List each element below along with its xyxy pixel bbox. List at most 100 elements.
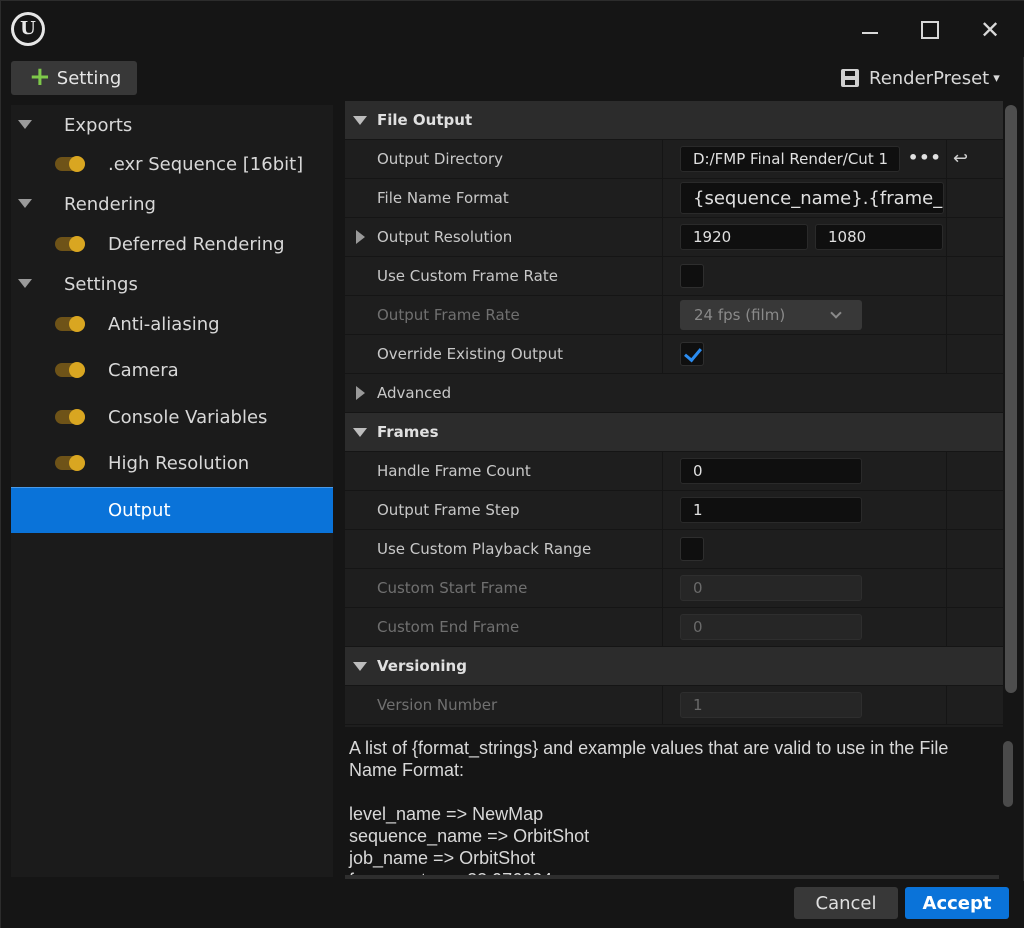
description-line: level_name => NewMap <box>349 804 544 824</box>
description-horizontal-scrollbar[interactable] <box>345 875 999 879</box>
use-custom-playback-range-checkbox[interactable] <box>680 537 704 561</box>
details-scrollbar[interactable] <box>1005 105 1017 693</box>
tree-item-camera[interactable]: Camera <box>11 350 333 390</box>
prop-label: Version Number <box>377 696 498 714</box>
details-panel: File Output Output Directory D:/FMP Fina… <box>345 101 1003 727</box>
plus-icon: + <box>29 62 51 92</box>
caret-down-icon: ▾ <box>993 70 1000 86</box>
version-number-field[interactable]: 1 <box>680 692 862 718</box>
resolution-y-field[interactable]: 1080 <box>815 224 943 250</box>
render-preset-label: RenderPreset <box>869 67 990 89</box>
render-settings-window: U ✕ + Setting RenderPreset ▾ Exports .ex… <box>0 0 1024 928</box>
save-icon <box>841 69 859 87</box>
custom-start-frame-field[interactable]: 0 <box>680 575 862 601</box>
tree-label: Output <box>108 500 171 521</box>
description-line: sequence_name => OrbitShot <box>349 826 590 846</box>
settings-tree: Exports .exr Sequence [16bit] Rendering … <box>11 105 333 877</box>
prop-custom-start-frame: Custom Start Frame 0 <box>345 569 1003 608</box>
expand-arrow-icon[interactable] <box>356 386 365 400</box>
prop-label: Handle Frame Count <box>377 462 531 480</box>
tree-label: Settings <box>64 273 138 295</box>
tree-item-console-variables[interactable]: Console Variables <box>11 397 333 437</box>
tree-label: Exports <box>64 114 133 136</box>
prop-output-frame-step: Output Frame Step 1 <box>345 491 1003 530</box>
custom-end-frame-field[interactable]: 0 <box>680 614 862 640</box>
tree-item-deferred-rendering[interactable]: Deferred Rendering <box>11 224 333 264</box>
description-scrollbar[interactable] <box>1003 741 1013 807</box>
output-directory-field[interactable]: D:/FMP Final Render/Cut 1 <box>680 146 900 172</box>
prop-advanced[interactable]: Advanced <box>345 374 1003 413</box>
prop-label: Custom End Frame <box>377 618 520 636</box>
prop-version-number: Version Number 1 <box>345 686 1003 725</box>
collapse-arrow-icon[interactable] <box>18 120 32 129</box>
section-title: File Output <box>377 111 473 129</box>
maximize-icon[interactable] <box>913 15 947 45</box>
tree-category-rendering[interactable]: Rendering <box>11 184 333 224</box>
prop-label: Output Directory <box>377 150 504 168</box>
tree-category-exports[interactable]: Exports <box>11 105 333 145</box>
add-setting-button[interactable]: + Setting <box>11 61 137 95</box>
prop-label: File Name Format <box>377 189 509 207</box>
section-title: Frames <box>377 423 439 441</box>
tree-item-exr-sequence[interactable]: .exr Sequence [16bit] <box>11 144 333 184</box>
tree-item-output[interactable]: Output <box>11 487 333 533</box>
expand-arrow-icon[interactable] <box>356 230 365 244</box>
prop-file-name-format: File Name Format {sequence_name}.{frame_… <box>345 179 1003 218</box>
unreal-logo-icon: U <box>11 12 45 46</box>
override-existing-output-checkbox[interactable] <box>680 342 704 366</box>
file-name-format-field[interactable]: {sequence_name}.{frame_number} <box>680 182 944 214</box>
section-title: Versioning <box>377 657 467 675</box>
toggle-icon[interactable] <box>55 316 85 332</box>
collapse-arrow-icon[interactable] <box>353 428 367 437</box>
prop-label: Advanced <box>377 384 452 402</box>
render-preset-menu[interactable]: RenderPreset ▾ <box>841 65 1000 91</box>
toggle-icon[interactable] <box>55 455 85 471</box>
close-icon[interactable]: ✕ <box>973 15 1007 45</box>
add-setting-label: Setting <box>56 67 122 89</box>
collapse-arrow-icon[interactable] <box>353 116 367 125</box>
tree-label: Deferred Rendering <box>108 233 285 255</box>
section-file-output[interactable]: File Output <box>345 101 1003 140</box>
tree-category-settings[interactable]: Settings <box>11 264 333 304</box>
output-frame-step-field[interactable]: 1 <box>680 497 862 523</box>
prop-use-custom-playback-range: Use Custom Playback Range <box>345 530 1003 569</box>
accept-button[interactable]: Accept <box>905 887 1009 919</box>
collapse-arrow-icon[interactable] <box>18 279 32 288</box>
prop-label: Override Existing Output <box>377 345 563 363</box>
cancel-button[interactable]: Cancel <box>794 887 898 919</box>
browse-icon[interactable]: ••• <box>908 148 942 167</box>
prop-custom-end-frame: Custom End Frame 0 <box>345 608 1003 647</box>
tree-label: Rendering <box>64 193 156 215</box>
prop-label: Use Custom Frame Rate <box>377 267 558 285</box>
handle-frame-count-field[interactable]: 0 <box>680 458 862 484</box>
prop-use-custom-frame-rate: Use Custom Frame Rate <box>345 257 1003 296</box>
toggle-icon[interactable] <box>55 409 85 425</box>
tree-item-high-resolution[interactable]: High Resolution <box>11 443 333 483</box>
prop-label: Use Custom Playback Range <box>377 540 592 558</box>
prop-label: Output Resolution <box>377 228 513 246</box>
use-custom-frame-rate-checkbox[interactable] <box>680 264 704 288</box>
section-versioning[interactable]: Versioning <box>345 647 1003 686</box>
section-frames[interactable]: Frames <box>345 413 1003 452</box>
toggle-icon[interactable] <box>55 156 85 172</box>
collapse-arrow-icon[interactable] <box>18 199 32 208</box>
tree-item-anti-aliasing[interactable]: Anti-aliasing <box>11 304 333 344</box>
tree-label: Console Variables <box>108 406 268 428</box>
description-intro: A list of {format_strings} and example v… <box>349 738 954 780</box>
collapse-arrow-icon[interactable] <box>353 662 367 671</box>
tree-label: High Resolution <box>108 452 250 474</box>
property-description: A list of {format_strings} and example v… <box>345 735 999 877</box>
toggle-icon[interactable] <box>55 362 85 378</box>
frame-rate-dropdown[interactable]: 24 fps (film) <box>680 300 862 330</box>
resolution-x-field[interactable]: 1920 <box>680 224 808 250</box>
prop-label: Output Frame Rate <box>377 306 520 324</box>
reset-to-default-icon[interactable]: ↩ <box>953 148 968 169</box>
minimize-icon[interactable] <box>853 15 887 45</box>
prop-handle-frame-count: Handle Frame Count 0 <box>345 452 1003 491</box>
chevron-down-icon <box>830 307 842 319</box>
prop-output-directory: Output Directory D:/FMP Final Render/Cut… <box>345 140 1003 179</box>
toggle-icon[interactable] <box>55 236 85 252</box>
title-bar: U ✕ <box>1 1 1024 57</box>
prop-override-existing-output: Override Existing Output <box>345 335 1003 374</box>
prop-label: Output Frame Step <box>377 501 520 519</box>
